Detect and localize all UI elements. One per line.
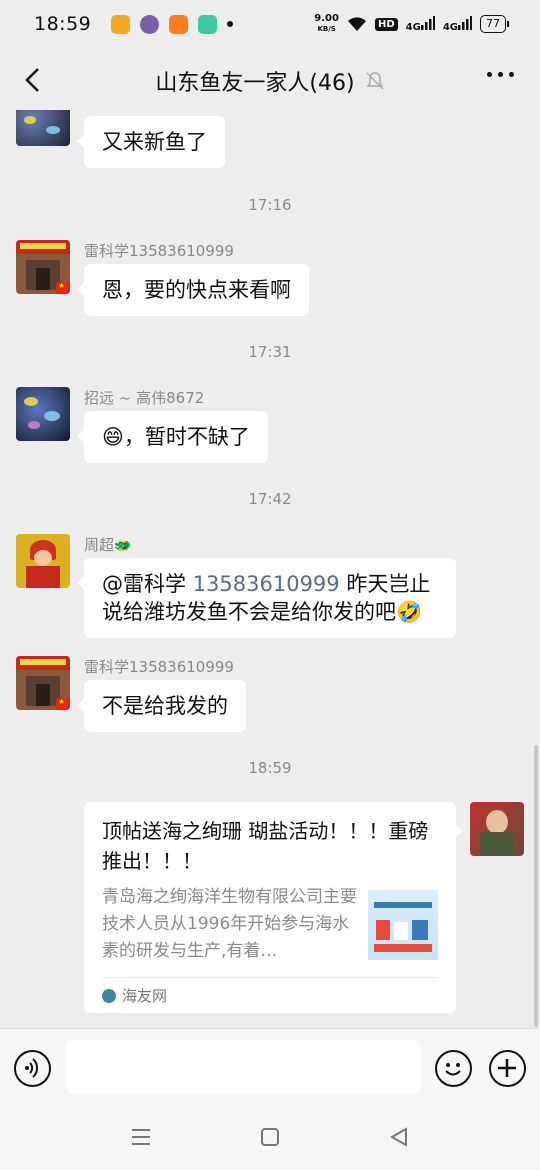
message-bubble[interactable]: 不是给我发的 (77, 680, 246, 732)
site-logo-icon (102, 988, 116, 1003)
avatar[interactable] (16, 387, 70, 441)
time-stamp: 17:16 (248, 196, 292, 214)
chat-header: 山东鱼友一家人(46) (0, 52, 540, 110)
voice-input-button[interactable] (14, 1050, 51, 1087)
scrollbar[interactable] (534, 745, 538, 1027)
signal-icon: 4G (442, 15, 472, 33)
message-input-bar (0, 1028, 540, 1106)
status-indicators: 9.00 KB/S HD 4G 4G 77 (314, 14, 509, 34)
time-stamp: 17:31 (248, 343, 292, 361)
status-app-icons (111, 14, 234, 34)
back-nav-icon[interactable] (388, 1126, 410, 1148)
message-body: 招远 ~ 高伟8672 😄，暂时不缺了 (77, 387, 268, 463)
flag-icon (56, 281, 70, 294)
message-text: 昨天岂止 (339, 572, 431, 596)
link-card-source-name: 海友网 (122, 987, 168, 1005)
app-notification-icon (140, 14, 160, 34)
voice-icon (25, 1058, 39, 1078)
message-item: 又来新鱼了 (16, 110, 225, 168)
app-notification-icon (111, 14, 131, 34)
message-body: 又来新鱼了 (77, 110, 225, 168)
avatar[interactable] (16, 110, 70, 146)
link-card-title: 顶帖送海之绚珊 瑚盐活动！！！重磅推出！！！ (102, 819, 429, 873)
home-icon[interactable] (259, 1126, 281, 1148)
message-item: 招远 ~ 高伟8672 😄，暂时不缺了 (16, 387, 268, 463)
link-card-thumbnail (368, 890, 438, 960)
message-item-self: 顶帖送海之绚珊 瑚盐活动！！！重磅推出！！！ 青岛海之绚海洋生物有限公司主要技术… (84, 802, 524, 1013)
wifi-icon (347, 17, 366, 31)
avatar[interactable] (16, 656, 70, 710)
emoji-button[interactable] (435, 1050, 472, 1087)
message-text: 说给潍坊发鱼不会是给你发的吧 (102, 600, 396, 624)
hd-badge: HD (374, 17, 398, 31)
message-line: 说给潍坊发鱼不会是给你发的吧🤣 (102, 598, 438, 626)
app-notification-icon (169, 14, 189, 34)
sender-name: 招远 ~ 高伟8672 (84, 389, 205, 407)
mention-prefix: @雷科学 (102, 572, 186, 596)
signal-label: 4G (442, 21, 458, 33)
message-body: 雷科学13583610999 恩，要的快点来看啊 (77, 240, 309, 316)
more-options-icon[interactable] (487, 72, 514, 77)
smiley-icon (445, 1063, 461, 1076)
status-time: 18:59 (34, 13, 92, 35)
link-card[interactable]: 顶帖送海之绚珊 瑚盐活动！！！重磅推出！！！ 青岛海之绚海洋生物有限公司主要技术… (84, 802, 463, 1013)
phone-app-icon (198, 14, 218, 34)
battery-level: 77 (486, 17, 500, 30)
message-item: 周超🐲 @雷科学 13583610999 昨天岂止 说给潍坊发鱼不会是给你发的吧… (16, 534, 456, 638)
network-speed-value: 9.00 (314, 13, 339, 24)
message-text: ，暂时不缺了 (123, 425, 250, 449)
sender-name: 雷科学13583610999 (84, 242, 234, 260)
more-functions-button[interactable] (489, 1050, 526, 1087)
mute-bell-icon (366, 72, 384, 90)
chat-title: 山东鱼友一家人(46) (155, 71, 355, 96)
system-navigation-bar (0, 1106, 540, 1170)
sender-name: 周超🐲 (84, 534, 456, 554)
link-card-content: 青岛海之绚海洋生物有限公司主要技术人员从1996年开始参与海水素的研发与生产,有… (102, 884, 438, 965)
more-notifications-dot-icon (227, 21, 234, 27)
message-text-input[interactable] (66, 1040, 421, 1094)
avatar[interactable] (16, 240, 70, 294)
message-bubble[interactable]: 又来新鱼了 (77, 116, 225, 168)
signal-icon: 4G (405, 15, 435, 33)
sender-name-text: 周超 (84, 536, 115, 554)
back-icon[interactable] (18, 64, 50, 96)
message-body: 雷科学13583610999 不是给我发的 (77, 656, 246, 732)
message-line: @雷科学 13583610999 昨天岂止 (102, 570, 438, 598)
message-item: 雷科学13583610999 恩，要的快点来看啊 (16, 240, 309, 316)
status-bar: 18:59 9.00 KB/S HD 4G 4G 77 (0, 0, 540, 48)
menu-icon[interactable] (130, 1126, 152, 1148)
message-bubble[interactable]: @雷科学 13583610999 昨天岂止 说给潍坊发鱼不会是给你发的吧🤣 (77, 558, 456, 638)
chat-message-list[interactable]: 又来新鱼了 17:16 雷科学13583610999 恩，要的快点来看啊 17:… (0, 110, 540, 1028)
network-speed: 9.00 KB/S (314, 14, 339, 34)
time-stamp: 17:42 (248, 490, 292, 508)
link-card-source: 海友网 (102, 977, 438, 1013)
link-card-description: 青岛海之绚海洋生物有限公司主要技术人员从1996年开始参与海水素的研发与生产,有… (102, 887, 357, 961)
self-avatar[interactable] (470, 802, 524, 856)
plus-icon (498, 1059, 516, 1077)
dragon-emoji-icon: 🐲 (114, 538, 132, 554)
message-bubble[interactable]: 😄，暂时不缺了 (77, 411, 268, 463)
grin-emoji-icon: 😄 (102, 425, 124, 449)
message-body: 周超🐲 @雷科学 13583610999 昨天岂止 说给潍坊发鱼不会是给你发的吧… (77, 534, 456, 638)
flag-icon (56, 697, 70, 710)
time-stamp: 18:59 (248, 759, 292, 777)
battery-icon: 77 (480, 15, 509, 33)
network-speed-unit: KB/S (317, 25, 336, 33)
message-item: 雷科学13583610999 不是给我发的 (16, 656, 246, 732)
signal-label: 4G (405, 21, 421, 33)
sender-name: 雷科学13583610999 (84, 658, 234, 676)
mention-phone-link[interactable]: 13583610999 (193, 572, 340, 596)
message-bubble[interactable]: 恩，要的快点来看啊 (77, 264, 309, 316)
avatar[interactable] (16, 534, 70, 588)
rofl-emoji-icon: 🤣 (396, 600, 423, 624)
